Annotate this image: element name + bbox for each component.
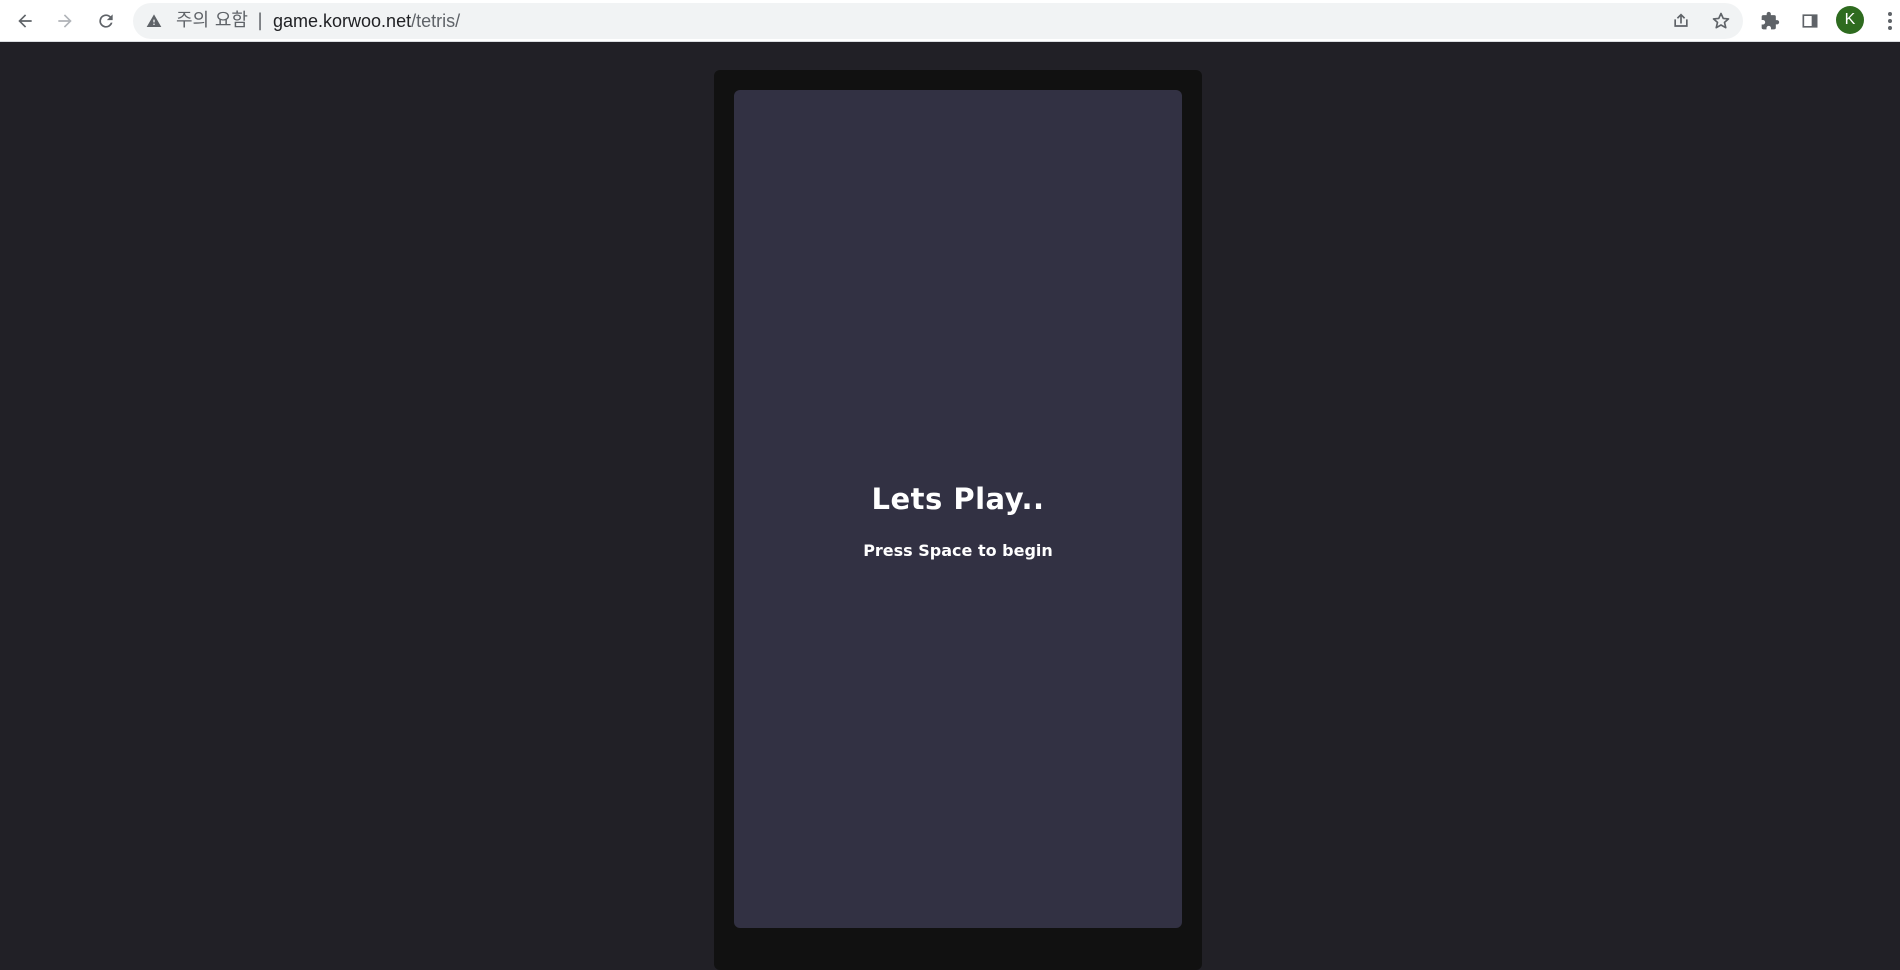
warning-triangle-icon[interactable] [146, 13, 162, 29]
url-host: game.korwoo.net [273, 11, 412, 31]
address-bar[interactable]: 주의 요함 | game.korwoo.net/tetris/ [133, 3, 1743, 39]
start-title: Lets Play.. [871, 482, 1045, 516]
side-panel-icon [1802, 14, 1818, 28]
arrow-left-icon [18, 14, 32, 28]
tetris-board[interactable]: Lets Play.. Press Space to begin [734, 90, 1182, 928]
side-panel-button[interactable] [1795, 6, 1825, 36]
arrow-right-icon [58, 14, 72, 28]
security-status-label[interactable]: 주의 요함 [176, 10, 248, 32]
address-separator: | [257, 10, 264, 31]
profile-avatar[interactable]: K [1836, 6, 1864, 34]
share-button[interactable] [1668, 8, 1694, 34]
tetris-game-frame: Lets Play.. Press Space to begin [714, 70, 1202, 970]
bookmark-button[interactable] [1708, 8, 1734, 34]
back-button[interactable] [9, 5, 41, 37]
url-text[interactable]: game.korwoo.net/tetris/ [273, 10, 460, 32]
puzzle-icon [1761, 11, 1780, 30]
star-icon [1712, 12, 1730, 29]
reload-button[interactable] [90, 5, 122, 37]
browser-menu-button[interactable] [1880, 6, 1900, 36]
browser-toolbar: 주의 요함 | game.korwoo.net/tetris/ K [0, 0, 1900, 42]
kebab-menu-icon [1888, 12, 1892, 30]
page-viewport: Lets Play.. Press Space to begin [0, 42, 1900, 970]
reload-icon [99, 14, 113, 28]
share-icon [1674, 13, 1688, 27]
start-instructions: Press Space to begin [863, 541, 1053, 560]
forward-button[interactable] [49, 5, 81, 37]
url-path: /tetris/ [411, 11, 461, 31]
extensions-button[interactable] [1755, 6, 1785, 36]
